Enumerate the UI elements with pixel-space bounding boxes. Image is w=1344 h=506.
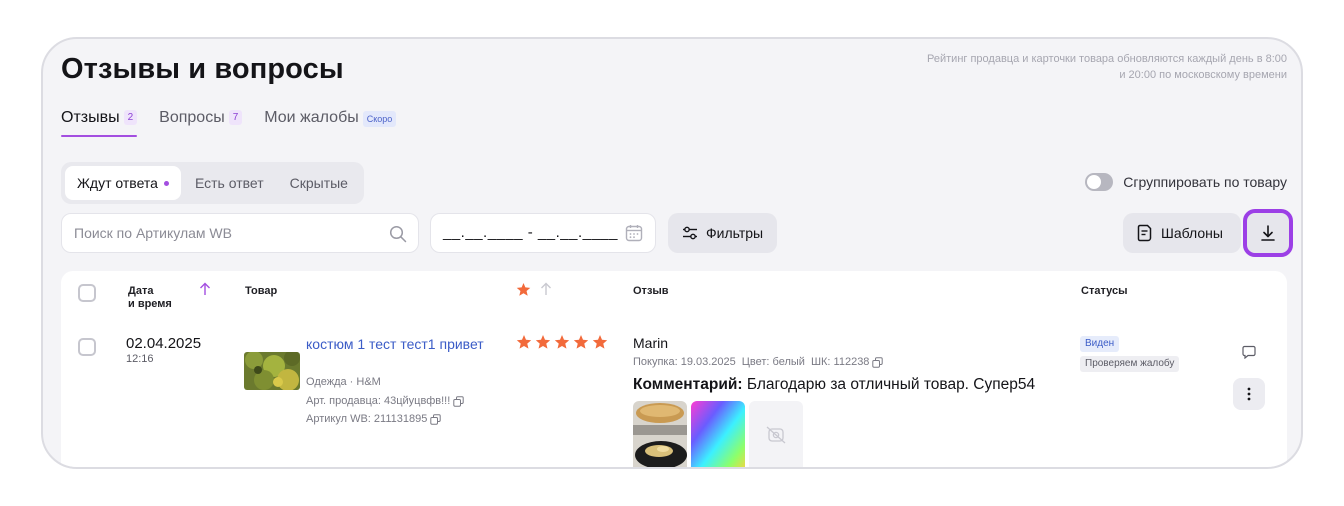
select-all-checkbox[interactable] [78,284,96,302]
status-badge-seen: Виден [1080,336,1120,352]
new-indicator-dot [163,180,169,186]
download-button[interactable] [1243,209,1293,257]
copy-icon[interactable] [872,356,884,368]
purchase-shk: ШК: 112238 [810,356,870,368]
tab-complaints-label: Мои жалобы [264,109,359,126]
product-thumbnail[interactable] [244,352,300,390]
copy-icon[interactable] [430,413,442,425]
star-icon [592,335,608,349]
hidden-photo-placeholder[interactable] [749,401,803,467]
tabs: Отзывы 2 Вопросы 7 Мои жалобы Скоро [61,105,397,139]
rating-star-header-icon[interactable] [516,282,531,297]
page-title: Отзывы и вопросы [61,53,344,85]
seller-article: Арт. продавца: 43цйуцвфв!!! [306,395,464,407]
seller-article-text: Арт. продавца: 43цйуцвфв!!! [306,395,451,407]
product-name-link[interactable]: костюм 1 тест тест1 привет [306,335,486,353]
group-by-product-switch[interactable] [1085,173,1114,191]
reply-button[interactable] [1233,336,1265,368]
sort-arrow-up-icon[interactable] [540,282,552,296]
segment-answered[interactable]: Есть ответ [183,166,276,200]
wb-article-text: Артикул WB: 211131895 [306,413,428,425]
product-category-text: Одежда · H&M [306,376,381,388]
chat-icon [1242,345,1256,359]
date-range-value: __.__.____ - __.__.____ [443,224,618,241]
group-by-product-label: Сгруппировать по товару [1123,174,1287,190]
reviewer-name: Marin [633,335,669,351]
soon-badge: Скоро [362,111,397,127]
download-icon [1261,225,1275,241]
tab-questions-count: 7 [228,110,243,125]
tab-reviews-count: 2 [123,110,138,125]
review-photo[interactable] [633,401,687,467]
tab-complaints[interactable]: Мои жалобы Скоро [264,105,397,137]
templates-button[interactable]: Шаблоны [1123,213,1241,253]
sort-arrow-up-icon[interactable] [199,282,211,296]
status-badge-complaint: Проверяем жалобу [1080,356,1180,372]
more-actions-button[interactable] [1233,378,1265,410]
segment-awaiting-answer[interactable]: Ждут ответа [65,166,181,200]
review-photo[interactable] [691,401,745,467]
star-icon [554,335,570,349]
more-vertical-icon [1247,387,1251,401]
tab-reviews[interactable]: Отзывы 2 [61,105,138,137]
search-field [61,213,419,253]
product-category: Одежда · H&M [306,376,381,388]
calendar-icon[interactable] [625,224,643,242]
tab-reviews-label: Отзывы [61,109,120,126]
comment-label: Комментарий: [633,376,743,393]
purchase-info: Покупка: 19.03.2025 Цвет: белый ШК: 1122… [633,356,884,368]
purchase-date: Покупка: 19.03.2025 [633,356,736,368]
templates-button-label: Шаблоны [1161,225,1223,241]
comment-text: Благодарю за отличный товар. Супер54 [742,376,1036,393]
search-icon[interactable] [389,225,407,243]
hidden-image-icon [766,426,786,444]
star-icon [516,335,532,349]
header-date: Дата и время [128,285,172,310]
star-icon [535,335,551,349]
date-range-field[interactable]: __.__.____ - __.__.____ [430,213,656,253]
reviews-page: Отзывы и вопросы Рейтинг продавца и карт… [41,37,1303,469]
search-input[interactable] [62,214,418,252]
header-review: Отзыв [633,285,669,297]
segment-hidden[interactable]: Скрытые [278,166,360,200]
rating-update-note: Рейтинг продавца и карточки товара обнов… [927,53,1287,81]
row-checkbox[interactable] [78,338,96,356]
answer-status-segmented-control: Ждут ответа Есть ответ Скрытые [61,162,364,204]
header-product: Товар [245,285,278,297]
tab-questions[interactable]: Вопросы 7 [159,105,243,137]
review-date: 02.04.2025 [126,335,202,352]
star-icon [573,335,589,349]
copy-icon[interactable] [453,395,464,407]
document-icon [1137,224,1152,242]
purchase-color: Цвет: белый [741,356,805,368]
filters-button-label: Фильтры [706,225,764,241]
review-comment: Комментарий: Благодарю за отличный товар… [633,376,1035,394]
segment-answered-label: Есть ответ [194,175,264,191]
segment-hidden-label: Скрытые [289,175,348,191]
wb-article: Артикул WB: 211131895 [306,413,442,425]
group-by-product: Сгруппировать по товару [1085,173,1287,191]
tab-questions-label: Вопросы [159,109,225,126]
filters-button[interactable]: Фильтры [668,213,778,253]
filter-sliders-icon [683,226,697,240]
segment-awaiting-answer-label: Ждут ответа [77,175,158,191]
rating-stars [516,334,608,350]
review-time: 12:16 [126,353,154,365]
reviews-table: Дата и время Товар Отзыв Статусы 02.04.2… [61,271,1287,467]
header-statuses: Статусы [1081,285,1128,297]
